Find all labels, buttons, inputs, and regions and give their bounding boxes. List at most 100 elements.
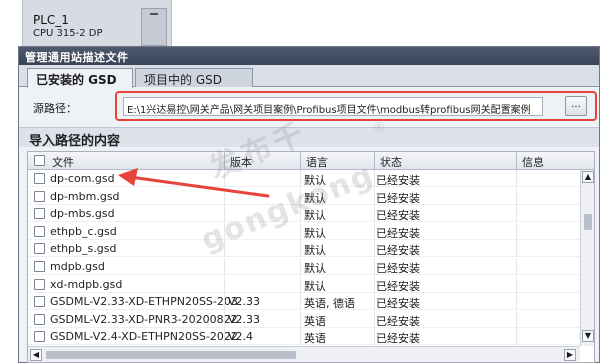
cell-version: V2.33 <box>228 295 261 309</box>
cell-divider <box>224 275 225 293</box>
row-checkbox[interactable] <box>34 208 45 220</box>
browse-button[interactable]: ... <box>565 96 587 116</box>
select-all-checkbox[interactable] <box>34 155 45 166</box>
vertical-scrollbar[interactable]: ▲ ▼ <box>580 170 594 346</box>
cell-divider <box>300 222 301 240</box>
cell-status: 已经安装 <box>376 297 420 311</box>
column-header-file[interactable]: 文件 <box>52 154 74 170</box>
table-row[interactable]: mdpb.gsd 默认 已经安装 <box>28 258 580 275</box>
row-checkbox[interactable] <box>34 190 45 202</box>
cell-file: GSDML-V2.33-XD-PNR3-20200822... <box>50 312 238 326</box>
table-row[interactable]: xd-mdpb.gsd 默认 已经安装 <box>28 275 580 293</box>
content-title: 导入路径的内容 <box>29 134 121 149</box>
cell-divider <box>516 310 517 328</box>
tab-strip: 已安装的 GSD 项目中的 GSD <box>19 65 599 88</box>
plc-module-icon <box>141 8 167 46</box>
cell-status: 已经安装 <box>376 226 420 240</box>
cell-language: 英语 <box>304 332 326 346</box>
cell-language: 默认 <box>304 279 326 293</box>
row-checkbox[interactable] <box>34 225 45 237</box>
column-divider[interactable] <box>300 152 301 170</box>
table-row[interactable]: ethpb_s.gsd 默认 已经安装 <box>28 240 580 258</box>
cell-status: 已经安装 <box>376 174 420 187</box>
cell-language: 默认 <box>304 262 326 275</box>
cell-status: 已经安装 <box>376 244 420 258</box>
column-header-language[interactable]: 语言 <box>306 154 328 170</box>
cell-file: dp-mbm.gsd <box>50 189 120 203</box>
dialog-title: 管理通用站描述文件 <box>25 51 129 64</box>
column-header-info[interactable]: 信息 <box>522 154 544 170</box>
cell-divider <box>516 258 517 275</box>
module-led-icon <box>150 13 158 15</box>
cell-language: 英语, 德语 <box>304 297 355 311</box>
cell-language: 默认 <box>304 226 326 240</box>
cell-divider <box>224 258 225 275</box>
row-checkbox[interactable] <box>34 278 45 290</box>
scroll-left-icon[interactable]: ◀ <box>30 349 42 361</box>
cell-divider <box>374 328 375 346</box>
cell-divider <box>516 205 517 223</box>
cell-status: 已经安装 <box>376 314 420 328</box>
cell-divider <box>300 293 301 311</box>
vertical-scroll-thumb[interactable] <box>584 214 592 230</box>
cell-divider <box>374 275 375 293</box>
watermark-registered-mark: ® <box>372 120 386 136</box>
cell-file: dp-com.gsd <box>50 172 115 185</box>
tab-installed-gsd[interactable]: 已安装的 GSD <box>27 68 133 88</box>
plc-device-block[interactable]: PLC_1 CPU 315-2 DP <box>22 0 172 46</box>
dialog-titlebar[interactable]: 管理通用站描述文件 <box>19 47 599 65</box>
cell-divider <box>300 275 301 293</box>
source-path-label: 源路径： <box>33 102 77 115</box>
row-checkbox[interactable] <box>34 313 45 325</box>
row-checkbox[interactable] <box>34 331 45 343</box>
table-row[interactable]: ethpb_c.gsd 默认 已经安装 <box>28 222 580 240</box>
cell-file: mdpb.gsd <box>50 260 105 273</box>
scroll-down-icon[interactable]: ▼ <box>582 330 594 342</box>
device-view-background: PLC_1 CPU 315-2 DP <box>0 0 600 46</box>
horizontal-scroll-thumb[interactable] <box>46 351 296 359</box>
cell-status: 已经安装 <box>376 332 420 346</box>
table-header: 文件 版本 语言 状态 信息 <box>28 152 594 170</box>
cell-divider <box>300 258 301 275</box>
cell-divider <box>516 170 517 187</box>
cell-divider <box>516 240 517 258</box>
scroll-right-icon[interactable]: ▶ <box>564 349 576 361</box>
cell-divider <box>374 240 375 258</box>
column-header-status[interactable]: 状态 <box>380 154 402 170</box>
cell-divider <box>516 187 517 205</box>
table-row[interactable]: GSDML-V2.4-XD-ETHPN20SS-2022... V2.4 英语 已经安… <box>28 328 580 346</box>
cell-divider <box>374 258 375 275</box>
cell-divider <box>374 222 375 240</box>
table-row[interactable]: GSDML-V2.33-XD-PNR3-20200822... V2.33 英语 已经… <box>28 310 580 328</box>
cell-status: 已经安装 <box>376 209 420 223</box>
cell-file: xd-mdpb.gsd <box>50 277 123 291</box>
column-divider[interactable] <box>516 152 517 170</box>
scroll-up-icon[interactable]: ▲ <box>582 171 594 183</box>
column-divider[interactable] <box>374 152 375 170</box>
row-checkbox[interactable] <box>34 173 45 184</box>
cell-language: 英语 <box>304 314 326 328</box>
cell-file: GSDML-V2.33-XD-ETHPN20SS-203... <box>50 295 238 309</box>
cell-divider <box>374 205 375 223</box>
source-path-row: 源路径： E:\1兴达易控\网关产品\网关项目案例\Profibus项目文件\m… <box>27 91 597 121</box>
cell-status: 已经安装 <box>376 279 420 293</box>
cell-divider <box>516 275 517 293</box>
cell-divider <box>224 310 225 328</box>
cell-status: 已经安装 <box>376 191 420 205</box>
row-checkbox[interactable] <box>34 296 45 308</box>
cell-divider <box>300 240 301 258</box>
source-path-input[interactable]: E:\1兴达易控\网关产品\网关项目案例\Profibus项目文件\modbus… <box>123 97 543 116</box>
table-row[interactable]: GSDML-V2.33-XD-ETHPN20SS-203... V2.33 英语, … <box>28 293 580 311</box>
tab-project-gsd[interactable]: 项目中的 GSD <box>135 68 253 87</box>
horizontal-scrollbar[interactable]: ◀ ▶ <box>28 346 580 362</box>
cell-divider <box>516 222 517 240</box>
cell-status: 已经安装 <box>376 262 420 275</box>
cell-file: dp-mbs.gsd <box>50 207 115 221</box>
row-checkbox[interactable] <box>34 261 45 272</box>
cell-divider <box>224 187 225 205</box>
cell-divider <box>300 328 301 346</box>
cell-divider <box>374 293 375 311</box>
row-checkbox[interactable] <box>34 243 45 255</box>
plc-cpu-label: CPU 315-2 DP <box>33 28 103 39</box>
cell-divider <box>516 293 517 311</box>
